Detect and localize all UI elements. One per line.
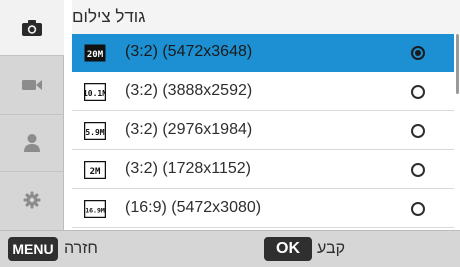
tab-camera[interactable]: [0, 0, 64, 56]
user-icon: [24, 133, 40, 152]
menu-title: גודל צילום: [72, 0, 460, 34]
image-size-menu-screen: גודל צילום 20M (3:2) (5472x3648) 10.1M (…: [0, 0, 460, 267]
svg-text:20M: 20M: [87, 50, 104, 60]
option-row-16-9m[interactable]: 16.9M (16:9) (5472x3080): [72, 190, 454, 228]
radio-unselected-icon: [411, 202, 425, 216]
size-16-9m-icon: 16.9M: [84, 200, 106, 218]
menu-key-button[interactable]: MENU: [8, 237, 58, 261]
video-camera-icon: [22, 80, 42, 90]
radio-unselected-icon: [411, 163, 425, 177]
option-label: (3:2) (1728x1152): [125, 160, 251, 177]
tab-settings[interactable]: [0, 171, 64, 227]
tab-rail: [0, 0, 64, 230]
size-20m-icon: 20M: [84, 44, 106, 62]
option-label: (3:2) (5472x3648): [125, 43, 253, 60]
radio-unselected-icon: [411, 85, 425, 99]
option-row-20m[interactable]: 20M (3:2) (5472x3648): [72, 34, 454, 72]
option-label: (16:9) (5472x3080): [125, 199, 262, 216]
camera-icon: [22, 19, 42, 36]
tab-video[interactable]: [0, 57, 64, 113]
option-row-5-9m[interactable]: 5.9M (3:2) (2976x1984): [72, 112, 454, 150]
option-label: (3:2) (2976x1984): [125, 121, 253, 138]
tab-user[interactable]: [0, 114, 64, 170]
settings-gear-icon: [23, 191, 41, 208]
image-size-options-list: 20M (3:2) (5472x3648) 10.1M (3:2) (3888x…: [72, 34, 454, 230]
set-label: קבע: [317, 240, 345, 257]
menu-title-text: גודל צילום: [72, 7, 146, 26]
list-scrollbar[interactable]: [456, 34, 459, 94]
ok-key-button[interactable]: OK: [264, 237, 312, 261]
svg-text:16.9M: 16.9M: [85, 207, 105, 215]
svg-text:10.1M: 10.1M: [84, 89, 106, 98]
option-row-2m[interactable]: 2M (3:2) (1728x1152): [72, 151, 454, 189]
svg-text:5.9M: 5.9M: [85, 128, 104, 137]
radio-selected-icon: [411, 46, 425, 60]
softkey-bar: MENU חזרה OK קבע: [0, 230, 460, 267]
back-label: חזרה: [64, 240, 98, 257]
svg-text:2M: 2M: [90, 167, 101, 177]
option-row-10m[interactable]: 10.1M (3:2) (3888x2592): [72, 73, 454, 111]
size-5-9m-icon: 5.9M: [84, 122, 106, 140]
size-2m-icon: 2M: [84, 161, 106, 179]
size-10m-icon: 10.1M: [84, 83, 106, 101]
radio-unselected-icon: [411, 124, 425, 138]
option-label: (3:2) (3888x2592): [125, 82, 253, 99]
